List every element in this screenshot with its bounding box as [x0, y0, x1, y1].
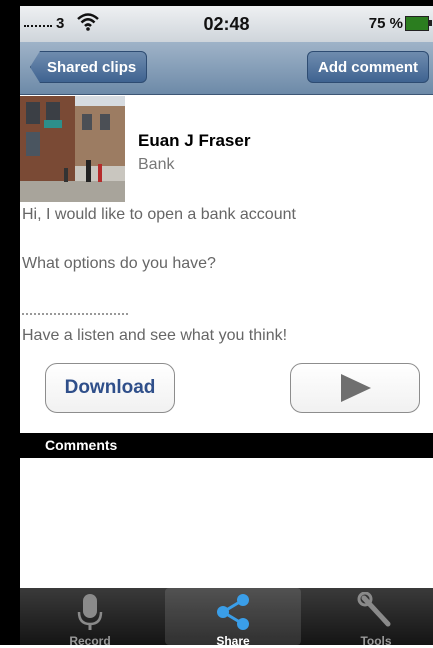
clip-message-line-3: Have a listen and see what you think!	[22, 327, 288, 344]
comments-list	[20, 458, 433, 588]
download-button[interactable]: Download	[45, 363, 175, 413]
tab-tools-label: Tools	[360, 634, 392, 648]
status-bar: 3 02:48 75 %	[20, 6, 433, 43]
screen-frame-left	[0, 0, 20, 645]
clip-category: Bank	[138, 156, 175, 173]
street-photo-image	[20, 96, 125, 202]
tab-tools[interactable]: Tools	[308, 588, 433, 648]
divider	[22, 313, 128, 315]
play-button[interactable]	[290, 363, 420, 413]
wrench-icon	[357, 592, 391, 627]
shared-clips-back-button[interactable]: Shared clips	[30, 51, 148, 83]
play-icon	[341, 374, 371, 402]
clip-author: Euan J Fraser	[138, 131, 251, 150]
battery-icon	[405, 16, 432, 31]
add-comment-button[interactable]: Add comment	[306, 51, 429, 83]
comments-header: Comments	[20, 433, 433, 458]
clip-thumbnail	[20, 96, 125, 202]
battery-percent: 75 %	[368, 15, 403, 32]
tab-share[interactable]: Share	[165, 588, 301, 648]
clip-message-line-2: What options do you have?	[22, 255, 216, 272]
navigation-bar: Shared clips Add comment	[20, 42, 433, 95]
tab-record-label: Record	[69, 634, 111, 648]
tab-share-label: Share	[216, 634, 250, 648]
share-icon	[217, 594, 249, 630]
clip-message-line-1: Hi, I would like to open a bank account	[22, 206, 296, 223]
tab-bar: Record Share Tools	[20, 588, 433, 648]
microphone-icon	[77, 594, 103, 630]
tab-record[interactable]: Record	[22, 588, 158, 648]
